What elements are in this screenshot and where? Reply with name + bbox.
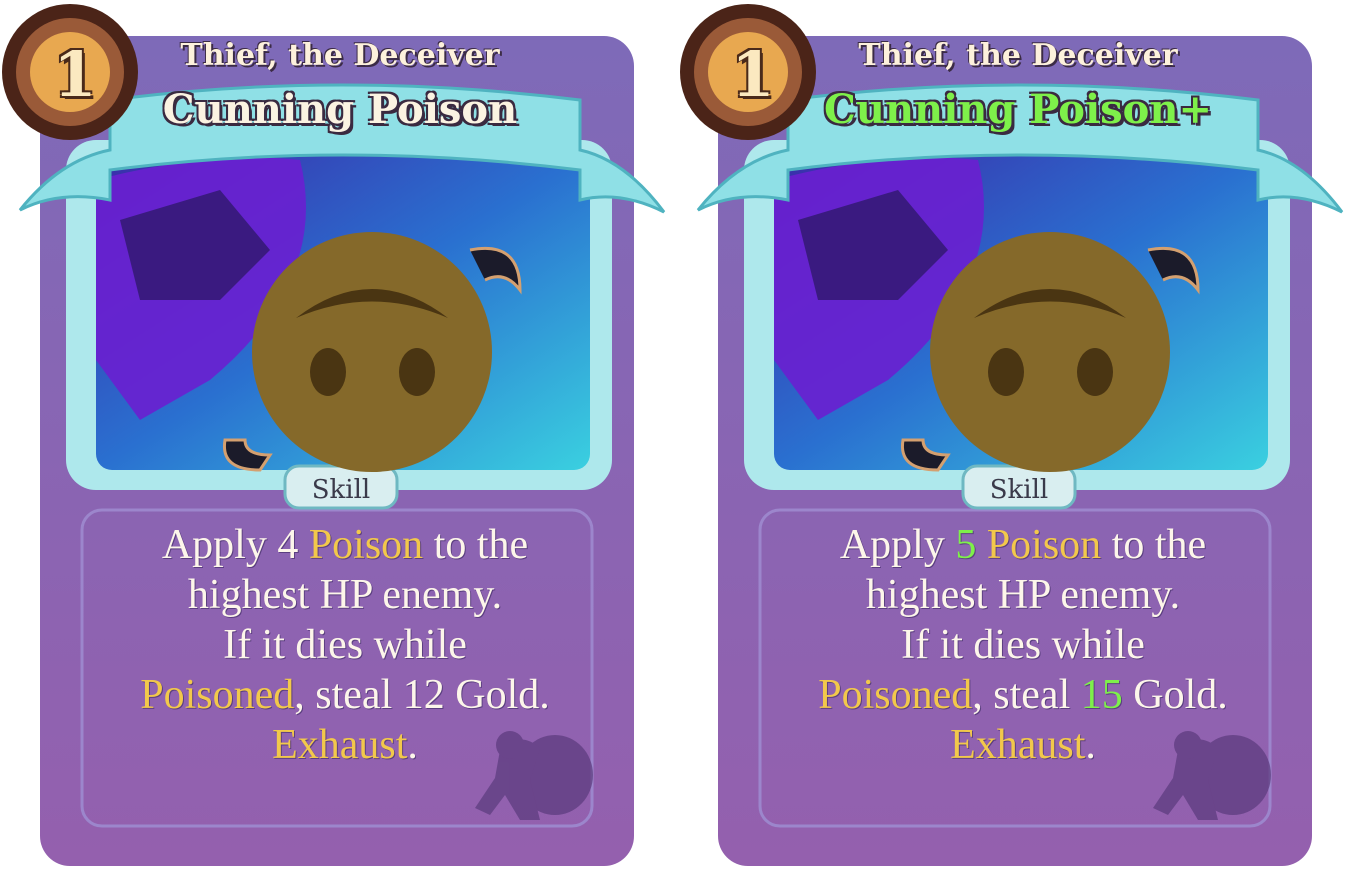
card-cunning-poison-upgraded[interactable]: 1 Thief, the Deceiver Cunning Poison+ Sk… <box>678 0 1344 874</box>
character-name: Thief, the Deceiver <box>858 38 1178 73</box>
character-name: Thief, the Deceiver <box>180 38 500 73</box>
desc-line: highest HP enemy. <box>865 572 1181 618</box>
card-type-label: Skill <box>989 475 1049 505</box>
desc-line: Exhaust. <box>272 722 418 768</box>
keyword-poison: Poison <box>976 522 1102 568</box>
smiley-face-icon <box>252 232 492 472</box>
desc-line: Exhaust. <box>950 722 1096 768</box>
keyword-poison: Poison <box>308 522 424 568</box>
desc-line: If it dies while <box>223 622 467 668</box>
desc-line: Apply 5 Poison to the <box>839 522 1207 568</box>
card-title: Cunning Poison <box>162 86 518 133</box>
energy-cost: 1 <box>731 38 775 111</box>
upgraded-value: 5 <box>955 522 977 568</box>
card-type-label: Skill <box>311 475 371 505</box>
desc-line: If it dies while <box>901 622 1145 668</box>
keyword-exhaust: Exhaust <box>950 722 1086 768</box>
desc-line: highest HP enemy. <box>187 572 503 618</box>
card-cunning-poison[interactable]: 1 Thief, the Deceiver Cunning Poison Ski… <box>0 0 666 874</box>
energy-cost: 1 <box>53 38 97 111</box>
card-description: Apply 5 Poison to the highest HP enemy. … <box>773 520 1273 770</box>
desc-line: Poisoned, steal 15 Gold. <box>818 672 1228 718</box>
keyword-exhaust: Exhaust <box>272 722 408 768</box>
smiley-face-icon <box>930 232 1170 472</box>
card-description: Apply 4 Poison to the highest HP enemy. … <box>95 520 595 770</box>
upgraded-value: 15 <box>1080 672 1123 718</box>
desc-line: Apply 4 Poison to the <box>161 522 529 568</box>
desc-line: Poisoned, steal 12 Gold. <box>140 672 550 718</box>
keyword-poisoned: Poisoned <box>140 672 295 718</box>
card-title: Cunning Poison+ <box>824 86 1212 133</box>
keyword-poisoned: Poisoned <box>818 672 973 718</box>
